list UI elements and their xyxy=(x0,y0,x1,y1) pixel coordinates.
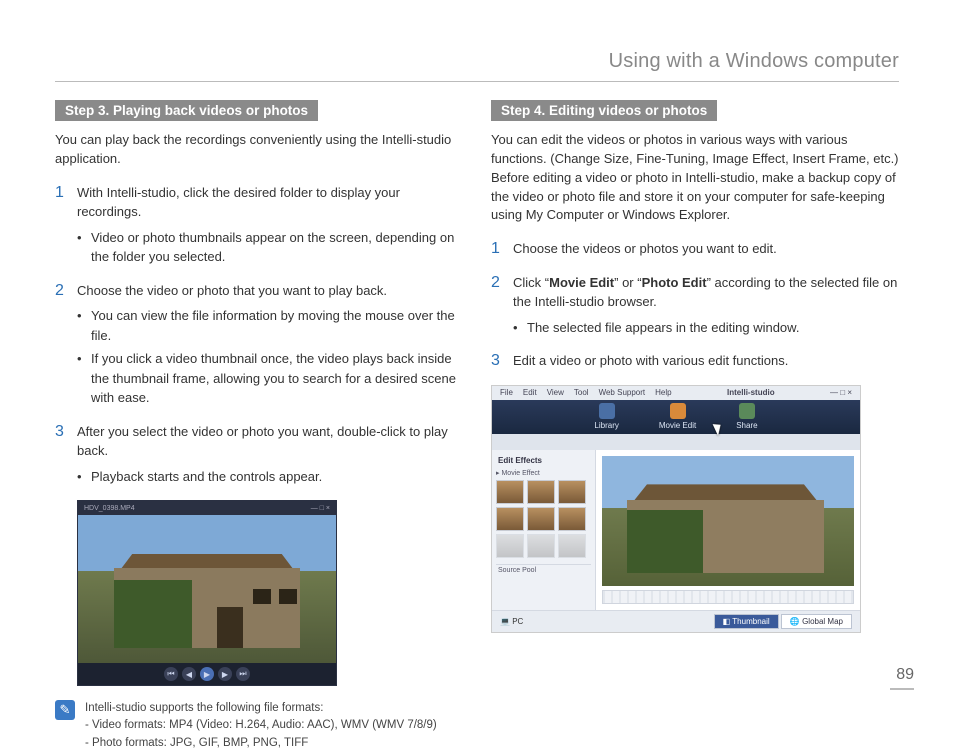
source-pool-label: Source Pool xyxy=(496,564,591,576)
step4-item-3: Edit a video or photo with various edit … xyxy=(491,351,899,371)
step3-item-1-bullet-1: Video or photo thumbnails appear on the … xyxy=(77,228,463,267)
note-line-3: - Photo formats: JPG, GIF, BMP, PNG, TIF… xyxy=(85,737,308,749)
step3-item-3: After you select the video or photo you … xyxy=(55,422,463,487)
menu-tool[interactable]: Tool xyxy=(574,388,589,397)
step3-item-1: With Intelli-studio, click the desired f… xyxy=(55,183,463,267)
step4-item-1-text: Choose the videos or photos you want to … xyxy=(513,241,777,256)
step3-item-2-bullet-1: You can view the file information by mov… xyxy=(77,306,463,345)
step3-list: With Intelli-studio, click the desired f… xyxy=(55,183,463,487)
nav-share[interactable]: Share xyxy=(736,403,757,430)
effect-thumb[interactable] xyxy=(496,534,524,558)
timeline[interactable] xyxy=(602,590,854,604)
prev-icon[interactable]: ⏮ xyxy=(164,667,178,681)
tab-global-map[interactable]: 🌐 Global Map xyxy=(781,614,852,629)
page-title: Using with a Windows computer xyxy=(55,50,899,73)
step4-intro: You can edit the videos or photos in var… xyxy=(491,131,899,225)
app-logo: Intelli-studio xyxy=(727,388,775,397)
step3-item-3-bullet-1: Playback starts and the controls appear. xyxy=(77,467,463,487)
effect-thumb[interactable] xyxy=(558,480,586,504)
movie-edit-icon xyxy=(670,403,686,419)
step4-item-2-bullet-1: The selected file appears in the editing… xyxy=(513,318,899,338)
step3-header: Step 3. Playing back videos or photos xyxy=(55,100,318,121)
step3-item-2-text: Choose the video or photo that you want … xyxy=(77,283,387,298)
library-icon xyxy=(599,403,615,419)
effect-thumb[interactable] xyxy=(496,507,524,531)
effect-thumbnails xyxy=(496,480,591,558)
playback-screenshot: HDV_0398.MP4 — □ × ⏮ ◀ ▶ ▶ ⏭ xyxy=(77,500,463,686)
window-controls-icon[interactable]: — □ × xyxy=(830,388,852,397)
editor-body: Edit Effects ▸ Movie Effect xyxy=(492,450,860,610)
effect-thumb[interactable] xyxy=(558,507,586,531)
format-note: ✎ Intelli-studio supports the following … xyxy=(55,700,463,752)
note-icon: ✎ xyxy=(55,700,75,720)
step3-item-2-bullet-2: If you click a video thumbnail once, the… xyxy=(77,349,463,408)
play-icon[interactable]: ▶ xyxy=(200,667,214,681)
player-titlebar: HDV_0398.MP4 — □ × xyxy=(78,501,336,515)
effect-thumb[interactable] xyxy=(527,480,555,504)
content-columns: Step 3. Playing back videos or photos Yo… xyxy=(55,100,899,752)
player-window-controls: — □ × xyxy=(311,505,330,512)
editor-bottombar: 💻 PC ◧ Thumbnail 🌐 Global Map xyxy=(492,610,860,632)
tab-thumbnail[interactable]: ◧ Thumbnail xyxy=(714,614,779,629)
cursor-arrow-icon xyxy=(713,421,725,436)
step4-header: Step 4. Editing videos or photos xyxy=(491,100,717,121)
note-text: Intelli-studio supports the following fi… xyxy=(85,700,437,752)
step4-list: Choose the videos or photos you want to … xyxy=(491,239,899,371)
step4-item-3-text: Edit a video or photo with various edit … xyxy=(513,353,788,368)
video-player-window: HDV_0398.MP4 — □ × ⏮ ◀ ▶ ▶ ⏭ xyxy=(77,500,337,686)
effects-title: Edit Effects xyxy=(496,454,591,469)
step3-item-2: Choose the video or photo that you want … xyxy=(55,281,463,408)
effects-group: ▸ Movie Effect xyxy=(496,469,591,477)
menu-edit[interactable]: Edit xyxy=(523,388,537,397)
player-controls: ⏮ ◀ ▶ ▶ ⏭ xyxy=(78,663,336,685)
step4-item-1: Choose the videos or photos you want to … xyxy=(491,239,899,259)
step3-intro: You can play back the recordings conveni… xyxy=(55,131,463,169)
effects-sidebar: Edit Effects ▸ Movie Effect xyxy=(492,450,596,610)
menu-view[interactable]: View xyxy=(547,388,564,397)
menu-file[interactable]: File xyxy=(500,388,513,397)
menu-help[interactable]: Help xyxy=(655,388,671,397)
note-line-1: Intelli-studio supports the following fi… xyxy=(85,702,323,714)
canvas-preview xyxy=(602,456,854,586)
step3-item-1-text: With Intelli-studio, click the desired f… xyxy=(77,185,400,220)
share-icon xyxy=(739,403,755,419)
editor-toolbar xyxy=(492,434,860,450)
nav-movie-edit[interactable]: Movie Edit xyxy=(659,403,696,430)
editor-topnav: Library Movie Edit Share xyxy=(492,400,860,434)
pc-label: 💻 PC xyxy=(500,617,523,626)
menu-websupport[interactable]: Web Support xyxy=(599,388,646,397)
editor-menubar: File Edit View Tool Web Support Help Int… xyxy=(492,386,860,400)
step4-item-2: Click “Movie Edit” or “Photo Edit” accor… xyxy=(491,273,899,338)
effect-thumb[interactable] xyxy=(527,507,555,531)
editor-canvas xyxy=(596,450,860,610)
next-icon[interactable]: ⏭ xyxy=(236,667,250,681)
player-filename: HDV_0398.MP4 xyxy=(84,505,135,512)
step4-item-2-text: Click “Movie Edit” or “Photo Edit” accor… xyxy=(513,275,897,310)
forward-icon[interactable]: ▶ xyxy=(218,667,232,681)
title-rule xyxy=(55,81,899,82)
step3-item-3-text: After you select the video or photo you … xyxy=(77,424,448,459)
left-column: Step 3. Playing back videos or photos Yo… xyxy=(55,100,463,752)
right-column: Step 4. Editing videos or photos You can… xyxy=(491,100,899,752)
intelli-studio-window: File Edit View Tool Web Support Help Int… xyxy=(491,385,861,633)
nav-library[interactable]: Library xyxy=(594,403,618,430)
editor-screenshot: File Edit View Tool Web Support Help Int… xyxy=(491,385,899,633)
rewind-icon[interactable]: ◀ xyxy=(182,667,196,681)
page-number: 89 xyxy=(890,666,914,690)
effect-thumb[interactable] xyxy=(527,534,555,558)
effect-thumb[interactable] xyxy=(496,480,524,504)
effect-thumb[interactable] xyxy=(558,534,586,558)
player-video-area xyxy=(78,515,336,663)
